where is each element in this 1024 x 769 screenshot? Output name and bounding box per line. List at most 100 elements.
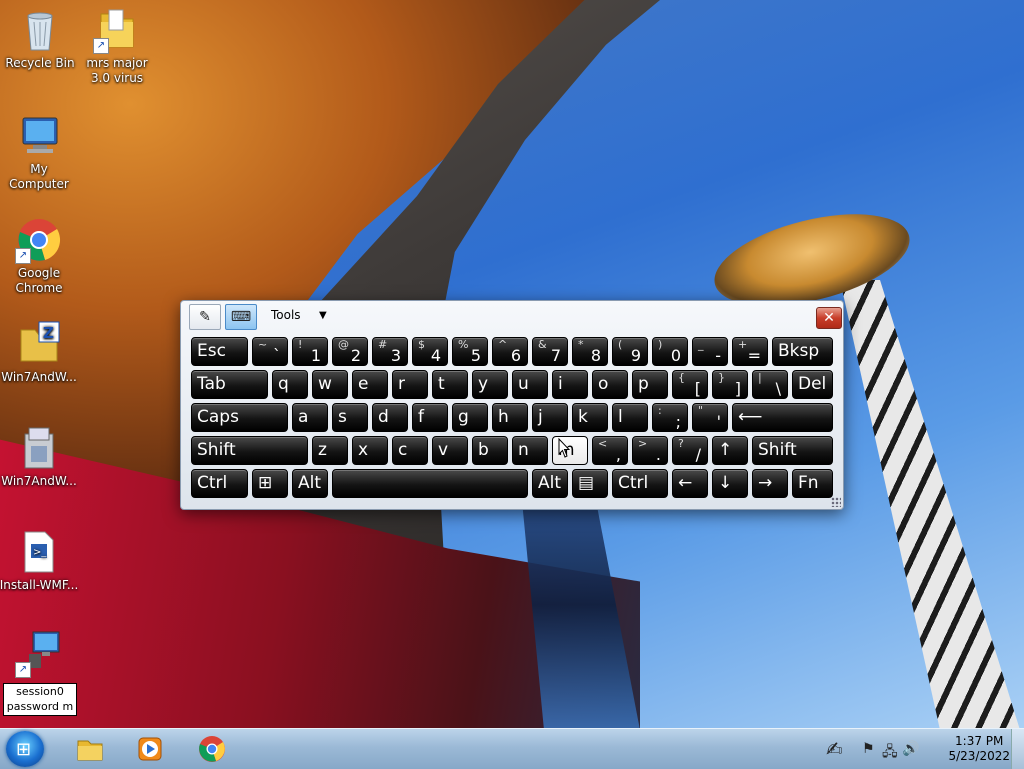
key-label: 7 bbox=[550, 346, 561, 365]
key-symbol[interactable]: _ - bbox=[692, 337, 728, 366]
key-symbol[interactable]: + = bbox=[732, 337, 768, 366]
key-symbol[interactable]: ⊞ bbox=[252, 469, 288, 498]
key-o[interactable]: o bbox=[592, 370, 628, 399]
key-w[interactable]: w bbox=[312, 370, 348, 399]
key-ctrl[interactable]: Ctrl bbox=[612, 469, 668, 498]
key-ctrl[interactable]: Ctrl bbox=[191, 469, 248, 498]
key-alt[interactable]: Alt bbox=[292, 469, 328, 498]
key-g[interactable]: g bbox=[452, 403, 488, 432]
key-symbol[interactable]: {[ bbox=[672, 370, 708, 399]
tools-menu[interactable]: Tools bbox=[271, 308, 301, 322]
key-h[interactable]: h bbox=[492, 403, 528, 432]
key-label: i bbox=[558, 374, 563, 394]
key-shift[interactable]: Shift bbox=[752, 436, 833, 465]
desktop-icon-google-chrome[interactable]: ↗ Google Chrome bbox=[0, 216, 79, 296]
desktop-icon-my-computer[interactable]: My Computer bbox=[0, 112, 79, 192]
key-a[interactable]: a bbox=[292, 403, 328, 432]
keyboard-icon[interactable]: ⌨ bbox=[225, 304, 257, 330]
key-i[interactable]: i bbox=[552, 370, 588, 399]
key-symbol[interactable]: ← bbox=[672, 469, 708, 498]
desktop-icon-mrs-major[interactable]: ↗ mrs major 3.0 virus bbox=[77, 6, 157, 86]
key-tab[interactable]: Tab bbox=[191, 370, 268, 399]
key-symbol[interactable]: <, bbox=[592, 436, 628, 465]
key-symbol[interactable]: }] bbox=[712, 370, 748, 399]
icon-label: Win7AndW... bbox=[1, 474, 77, 488]
key-label: 9 bbox=[630, 346, 641, 365]
key-q[interactable]: q bbox=[272, 370, 308, 399]
key-symbol[interactable]: | \ bbox=[752, 370, 788, 399]
desktop-icon-zip[interactable]: Z Win7AndW... bbox=[0, 320, 79, 385]
key-shift[interactable]: Shift bbox=[191, 436, 308, 465]
clock-date: 5/23/2022 bbox=[948, 749, 1010, 763]
desktop-icon-recycle-bin[interactable]: Recycle Bin bbox=[0, 6, 80, 71]
key-label: a bbox=[298, 407, 309, 427]
key-symbol[interactable]: ? / bbox=[672, 436, 708, 465]
taskbar-media-player-button[interactable] bbox=[122, 731, 178, 767]
key-v[interactable]: v bbox=[432, 436, 468, 465]
key-symbol[interactable]: ⟵ bbox=[732, 403, 833, 432]
system-tray: ✍ ⚑ 🖧 🔊 1:37 PM 5/23/2022 bbox=[814, 729, 1024, 769]
key-5[interactable]: % 5 bbox=[452, 337, 488, 366]
taskbar-explorer-button[interactable] bbox=[62, 731, 118, 767]
key-n[interactable]: n bbox=[512, 436, 548, 465]
key-symbol[interactable]: ▤ bbox=[572, 469, 608, 498]
action-center-flag-icon[interactable]: ⚑ bbox=[862, 741, 875, 757]
chevron-down-icon[interactable]: ▼ bbox=[319, 310, 327, 321]
key-symbol[interactable]: >. bbox=[632, 436, 668, 465]
resize-grip-icon[interactable] bbox=[831, 497, 841, 507]
key-symbol[interactable]: ~ ` bbox=[252, 337, 288, 366]
show-desktop-button[interactable] bbox=[1011, 729, 1024, 769]
key-label: [ bbox=[694, 379, 701, 398]
key-6[interactable]: ^ 6 bbox=[492, 337, 528, 366]
key-7[interactable]: & 7 bbox=[532, 337, 568, 366]
key-1[interactable]: ! 1 bbox=[292, 337, 328, 366]
taskbar-chrome-button[interactable] bbox=[184, 731, 240, 767]
key-bksp[interactable]: Bksp bbox=[772, 337, 833, 366]
start-button[interactable]: ⊞ bbox=[6, 731, 44, 767]
key-9[interactable]: (9 bbox=[612, 337, 648, 366]
rename-textbox[interactable]: session0 password m bbox=[3, 683, 77, 716]
key-j[interactable]: j bbox=[532, 403, 568, 432]
key-s[interactable]: s bbox=[332, 403, 368, 432]
key-0[interactable]: ) 0 bbox=[652, 337, 688, 366]
volume-icon[interactable]: 🔊 bbox=[902, 741, 919, 757]
key-k[interactable]: k bbox=[572, 403, 608, 432]
key-d[interactable]: d bbox=[372, 403, 408, 432]
key-c[interactable]: c bbox=[392, 436, 428, 465]
key-z[interactable]: z bbox=[312, 436, 348, 465]
desktop-icon-installer[interactable]: Win7AndW... bbox=[0, 424, 79, 489]
key-t[interactable]: t bbox=[432, 370, 468, 399]
key-symbol[interactable]: → bbox=[752, 469, 788, 498]
close-button[interactable]: ✕ bbox=[816, 307, 842, 329]
handwriting-pen-icon[interactable]: ✎ bbox=[189, 304, 221, 330]
desktop-icon-install-wmf[interactable]: >_ Install-WMF... bbox=[0, 528, 79, 593]
key-space[interactable] bbox=[332, 469, 528, 498]
key-y[interactable]: y bbox=[472, 370, 508, 399]
key-2[interactable]: @2 bbox=[332, 337, 368, 366]
key-b[interactable]: b bbox=[472, 436, 508, 465]
clock[interactable]: 1:37 PM 5/23/2022 bbox=[948, 734, 1010, 764]
key-e[interactable]: e bbox=[352, 370, 388, 399]
key-del[interactable]: Del bbox=[792, 370, 833, 399]
key-p[interactable]: p bbox=[632, 370, 668, 399]
key-alt[interactable]: Alt bbox=[532, 469, 568, 498]
key-esc[interactable]: Esc bbox=[191, 337, 248, 366]
key-u[interactable]: u bbox=[512, 370, 548, 399]
desktop-icon-session0[interactable]: ↗ bbox=[0, 630, 79, 680]
key-f[interactable]: f bbox=[412, 403, 448, 432]
key-fn[interactable]: Fn bbox=[792, 469, 833, 498]
key-symbol[interactable]: ↓ bbox=[712, 469, 748, 498]
network-icon[interactable]: 🖧 bbox=[882, 741, 898, 765]
key-caps[interactable]: Caps bbox=[191, 403, 288, 432]
pen-input-icon[interactable]: ✍ bbox=[826, 737, 843, 761]
key-x[interactable]: x bbox=[352, 436, 388, 465]
key-3[interactable]: #3 bbox=[372, 337, 408, 366]
key-8[interactable]: * 8 bbox=[572, 337, 608, 366]
key-r[interactable]: r bbox=[392, 370, 428, 399]
key-symbol[interactable]: " ' bbox=[692, 403, 728, 432]
key-label: / bbox=[695, 445, 701, 464]
key-l[interactable]: l bbox=[612, 403, 648, 432]
key-symbol[interactable]: ↑ bbox=[712, 436, 748, 465]
key-4[interactable]: $4 bbox=[412, 337, 448, 366]
key-symbol[interactable]: :; bbox=[652, 403, 688, 432]
